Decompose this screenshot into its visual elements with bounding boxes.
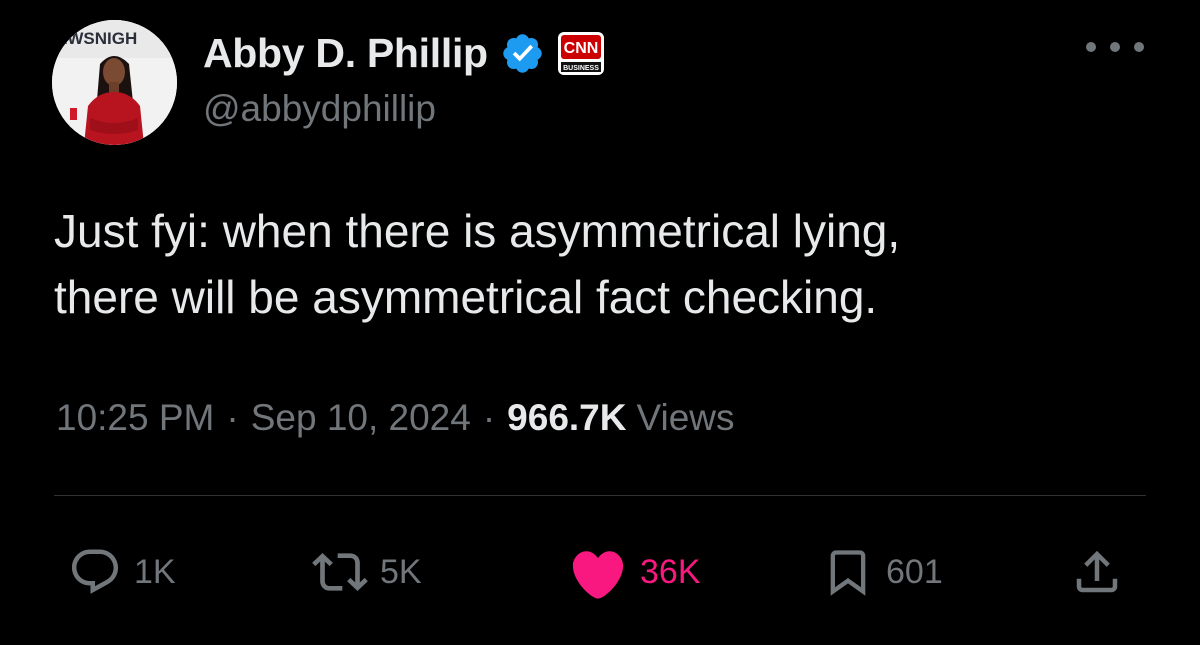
tweet-date[interactable]: Sep 10, 2024 xyxy=(251,397,471,439)
avatar-logo-text: EWSNIGH xyxy=(56,29,137,48)
author-display-name[interactable]: Abby D. Phillip xyxy=(203,30,488,77)
verified-badge-icon[interactable] xyxy=(500,31,545,76)
share-button[interactable] xyxy=(1070,542,1124,602)
meta-separator: · xyxy=(482,397,496,438)
reply-button[interactable]: 1K xyxy=(68,542,176,602)
views-count[interactable]: 966.7K xyxy=(507,397,626,439)
retweet-count: 5K xyxy=(380,552,422,591)
bookmark-icon xyxy=(830,550,866,596)
dot xyxy=(1086,42,1096,52)
views-label: Views xyxy=(636,397,735,438)
bookmark-button[interactable]: 601 xyxy=(822,542,943,602)
retweet-icon xyxy=(312,553,368,591)
tweet-text-line: Just fyi: when there is asymmetrical lyi… xyxy=(54,205,901,257)
reply-count: 1K xyxy=(134,552,176,591)
tweet-text: Just fyi: when there is asymmetrical lyi… xyxy=(54,198,1154,330)
tweet-text-line: there will be asymmetrical fact checking… xyxy=(54,271,878,323)
heart-icon xyxy=(572,551,624,599)
more-options-icon[interactable] xyxy=(1086,36,1144,58)
bookmark-count: 601 xyxy=(886,552,943,591)
avatar-image: EWSNIGH xyxy=(52,20,177,145)
cnn-affiliate-badge[interactable]: CNN BUSINESS xyxy=(557,31,605,76)
like-count: 36K xyxy=(640,552,701,591)
tweet-card: EWSNIGH Abby D. Phillip CNN BUSINESS @ab… xyxy=(0,0,1200,645)
meta-separator: · xyxy=(226,397,239,438)
author-handle[interactable]: @abbydphillip xyxy=(203,88,436,130)
retweet-button[interactable]: 5K xyxy=(312,542,422,602)
cnn-business-text: BUSINESS xyxy=(563,65,599,72)
like-button[interactable]: 36K xyxy=(568,542,701,602)
cnn-logo-text: CNN xyxy=(563,40,598,57)
tweet-meta: 10:25 PM · Sep 10, 2024 · 966.7K Views xyxy=(56,390,735,446)
reply-icon xyxy=(71,549,119,594)
avatar[interactable]: EWSNIGH xyxy=(52,20,177,145)
dot xyxy=(1134,42,1144,52)
share-icon xyxy=(1076,550,1118,593)
author-name-row: Abby D. Phillip CNN BUSINESS xyxy=(203,25,605,81)
tweet-time[interactable]: 10:25 PM xyxy=(56,397,214,439)
dot xyxy=(1110,42,1120,52)
divider xyxy=(54,495,1146,496)
